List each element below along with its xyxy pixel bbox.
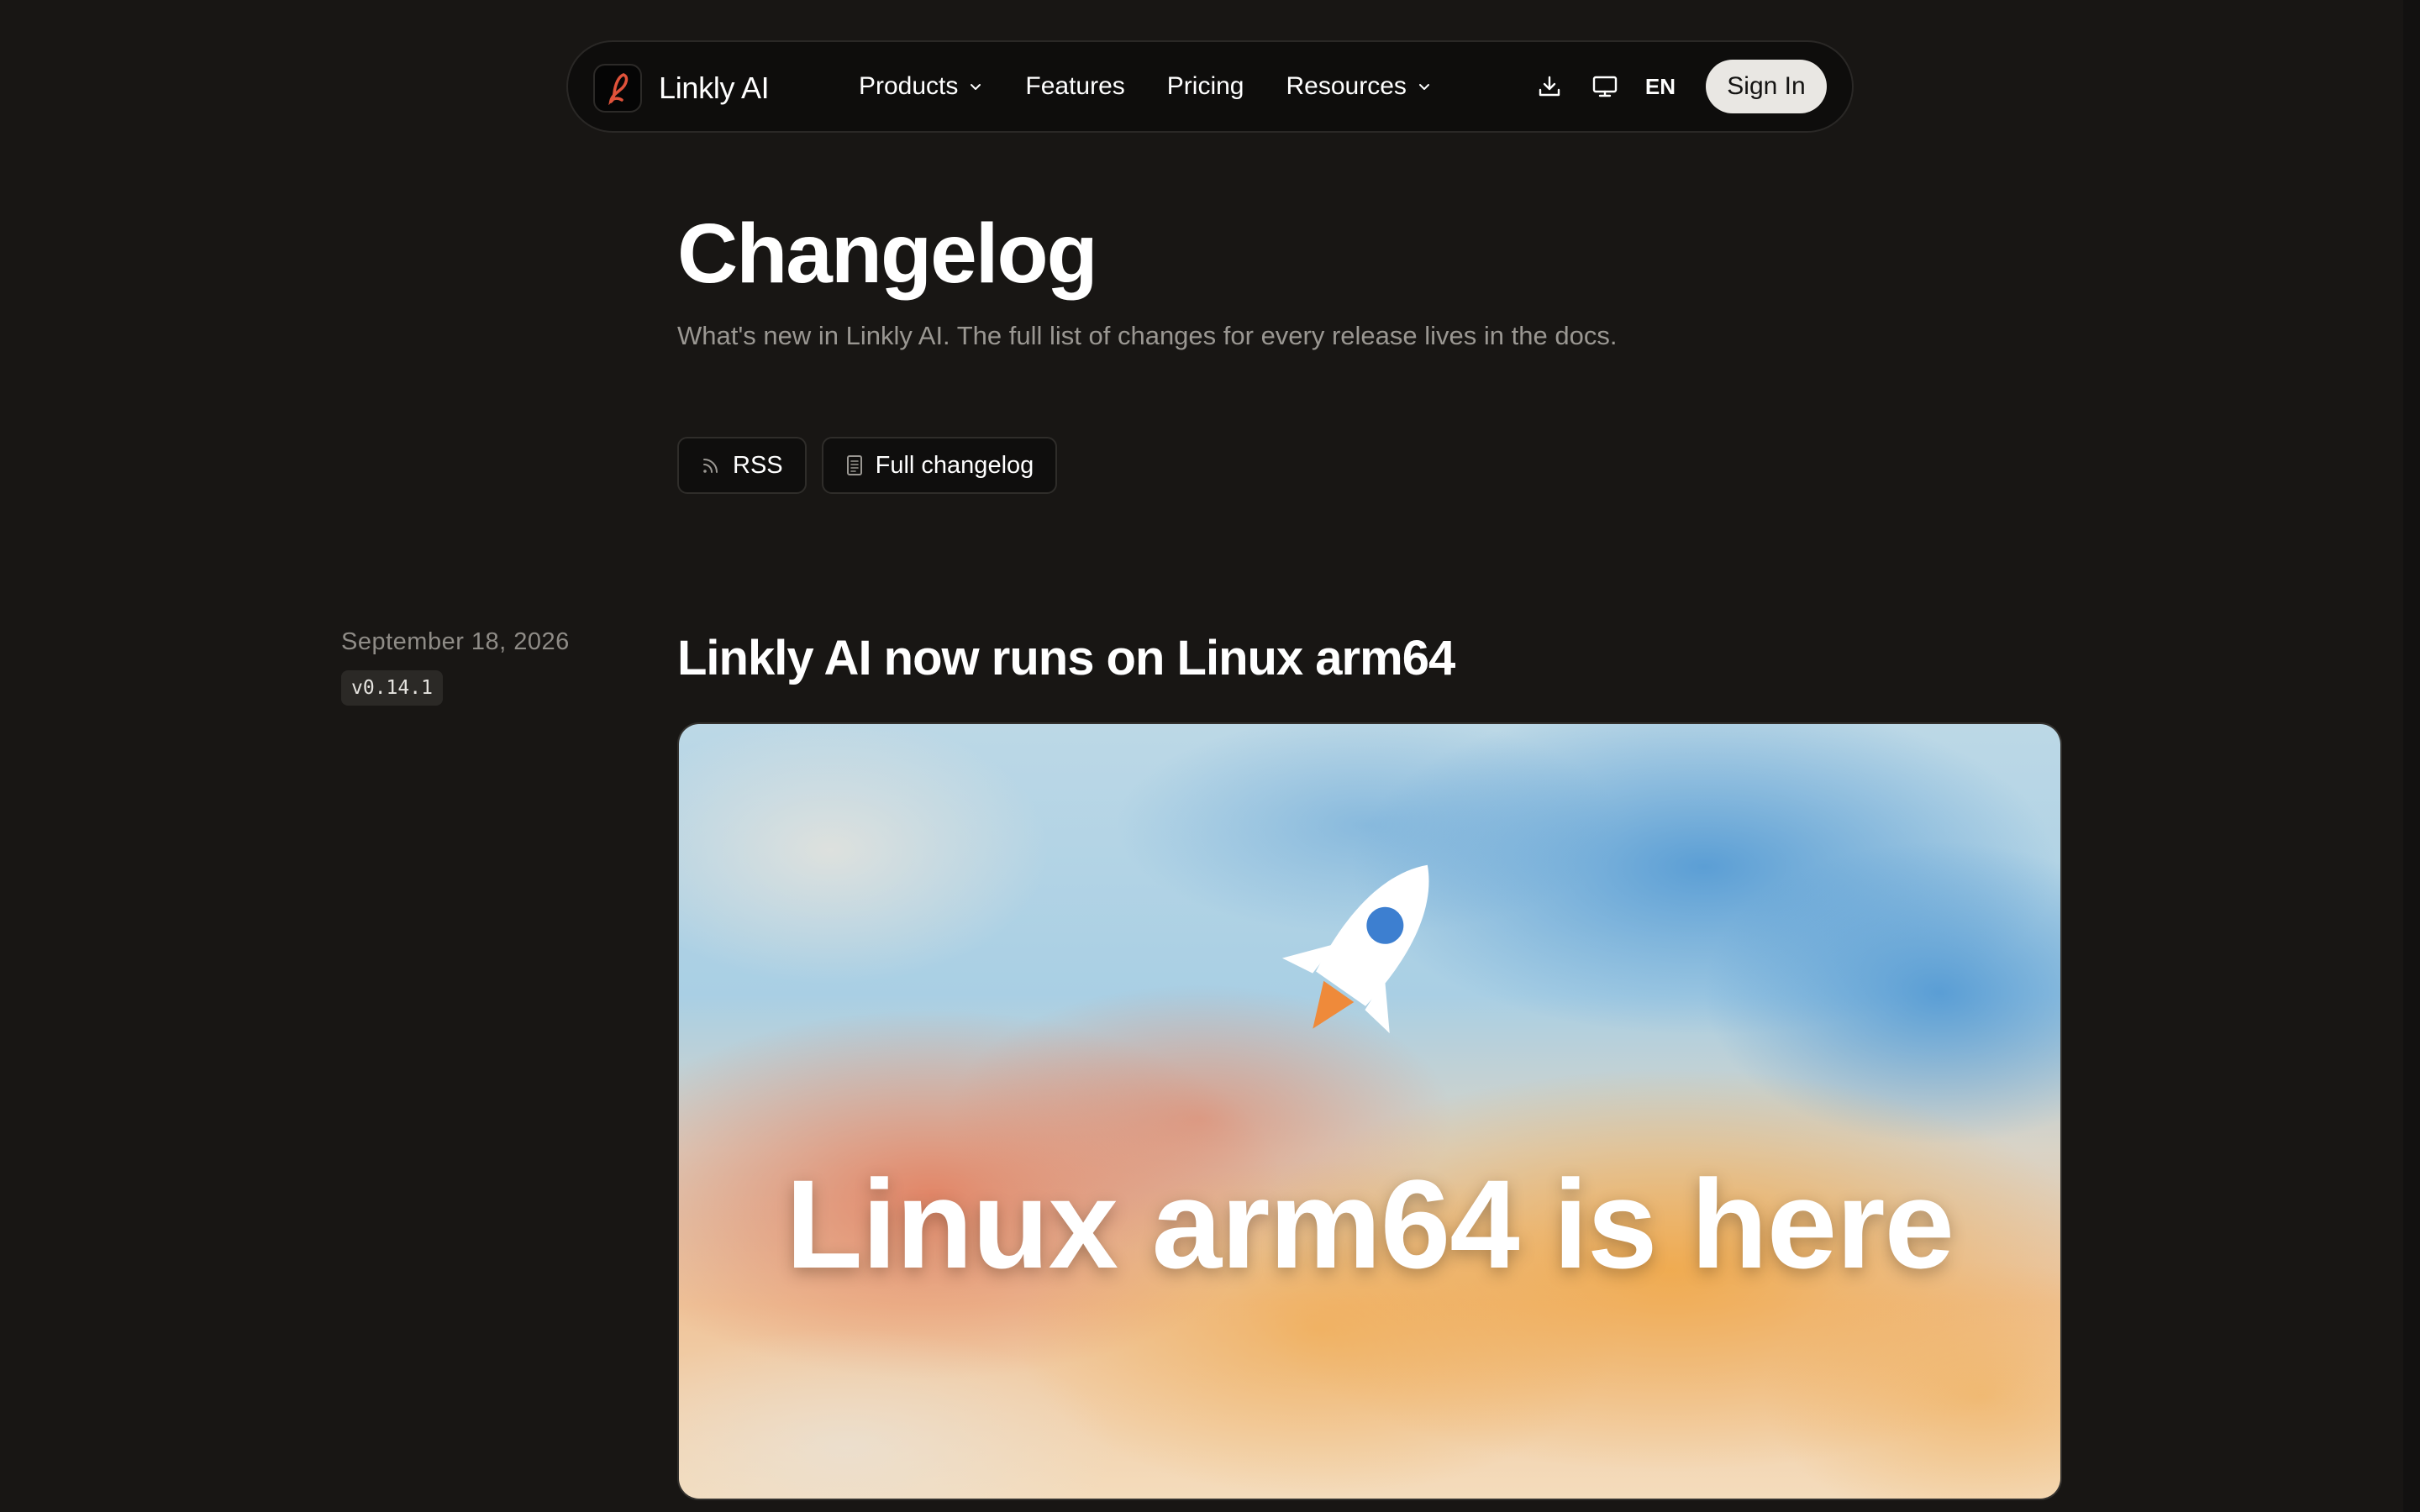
chevron-down-icon [1418, 84, 1429, 90]
scrollbar[interactable] [2403, 0, 2420, 1512]
rss-button[interactable]: RSS [677, 437, 807, 494]
nav-item-features[interactable]: Features [1025, 72, 1124, 101]
document-icon [846, 455, 862, 475]
sign-in-button[interactable]: Sign In [1706, 60, 1827, 113]
download-icon[interactable] [1534, 71, 1565, 102]
top-nav: Linkly AI Products Features Pricing Reso… [566, 40, 1854, 133]
page-subtitle: What's new in Linkly AI. The full list o… [677, 321, 1618, 350]
hero-image-caption: Linux arm64 is here [786, 1153, 1954, 1294]
brand[interactable]: Linkly AI [593, 63, 770, 113]
page: Linkly AI Products Features Pricing Reso… [0, 0, 2420, 1512]
rss-icon [703, 459, 718, 473]
nav-item-label: Products [859, 72, 959, 100]
nav-item-resources[interactable]: Resources [1286, 72, 1431, 101]
entry-date: September 18, 2026 [341, 628, 570, 655]
nav-item-label: Pricing [1166, 72, 1244, 100]
header-actions: RSS Full changelog [677, 437, 1058, 494]
entry-title[interactable]: Linkly AI now runs on Linux arm64 [677, 625, 1455, 692]
entry-hero-image: Linux arm64 is here [677, 722, 2062, 1500]
nav-item-pricing[interactable]: Pricing [1167, 72, 1244, 101]
watercolor-background [679, 724, 2060, 1499]
full-changelog-label: Full changelog [875, 451, 1034, 479]
nav-item-label: Resources [1286, 72, 1407, 100]
linkly-logo-icon [593, 64, 642, 113]
nav-links: Products Features Pricing Resources [859, 42, 1474, 131]
nav-item-products[interactable]: Products [859, 72, 983, 101]
language-switcher[interactable]: EN [1645, 74, 1676, 100]
full-changelog-button[interactable]: Full changelog [821, 437, 1058, 494]
nav-item-label: Features [1025, 72, 1125, 100]
nav-actions: EN Sign In [1534, 42, 1827, 131]
version-badge: v0.14.1 [341, 670, 443, 706]
chevron-down-icon [971, 84, 981, 90]
rss-button-label: RSS [733, 451, 783, 479]
desktop-icon[interactable] [1590, 71, 1620, 102]
brand-name: Linkly AI [659, 71, 770, 105]
page-title: Changelog [677, 207, 1098, 301]
